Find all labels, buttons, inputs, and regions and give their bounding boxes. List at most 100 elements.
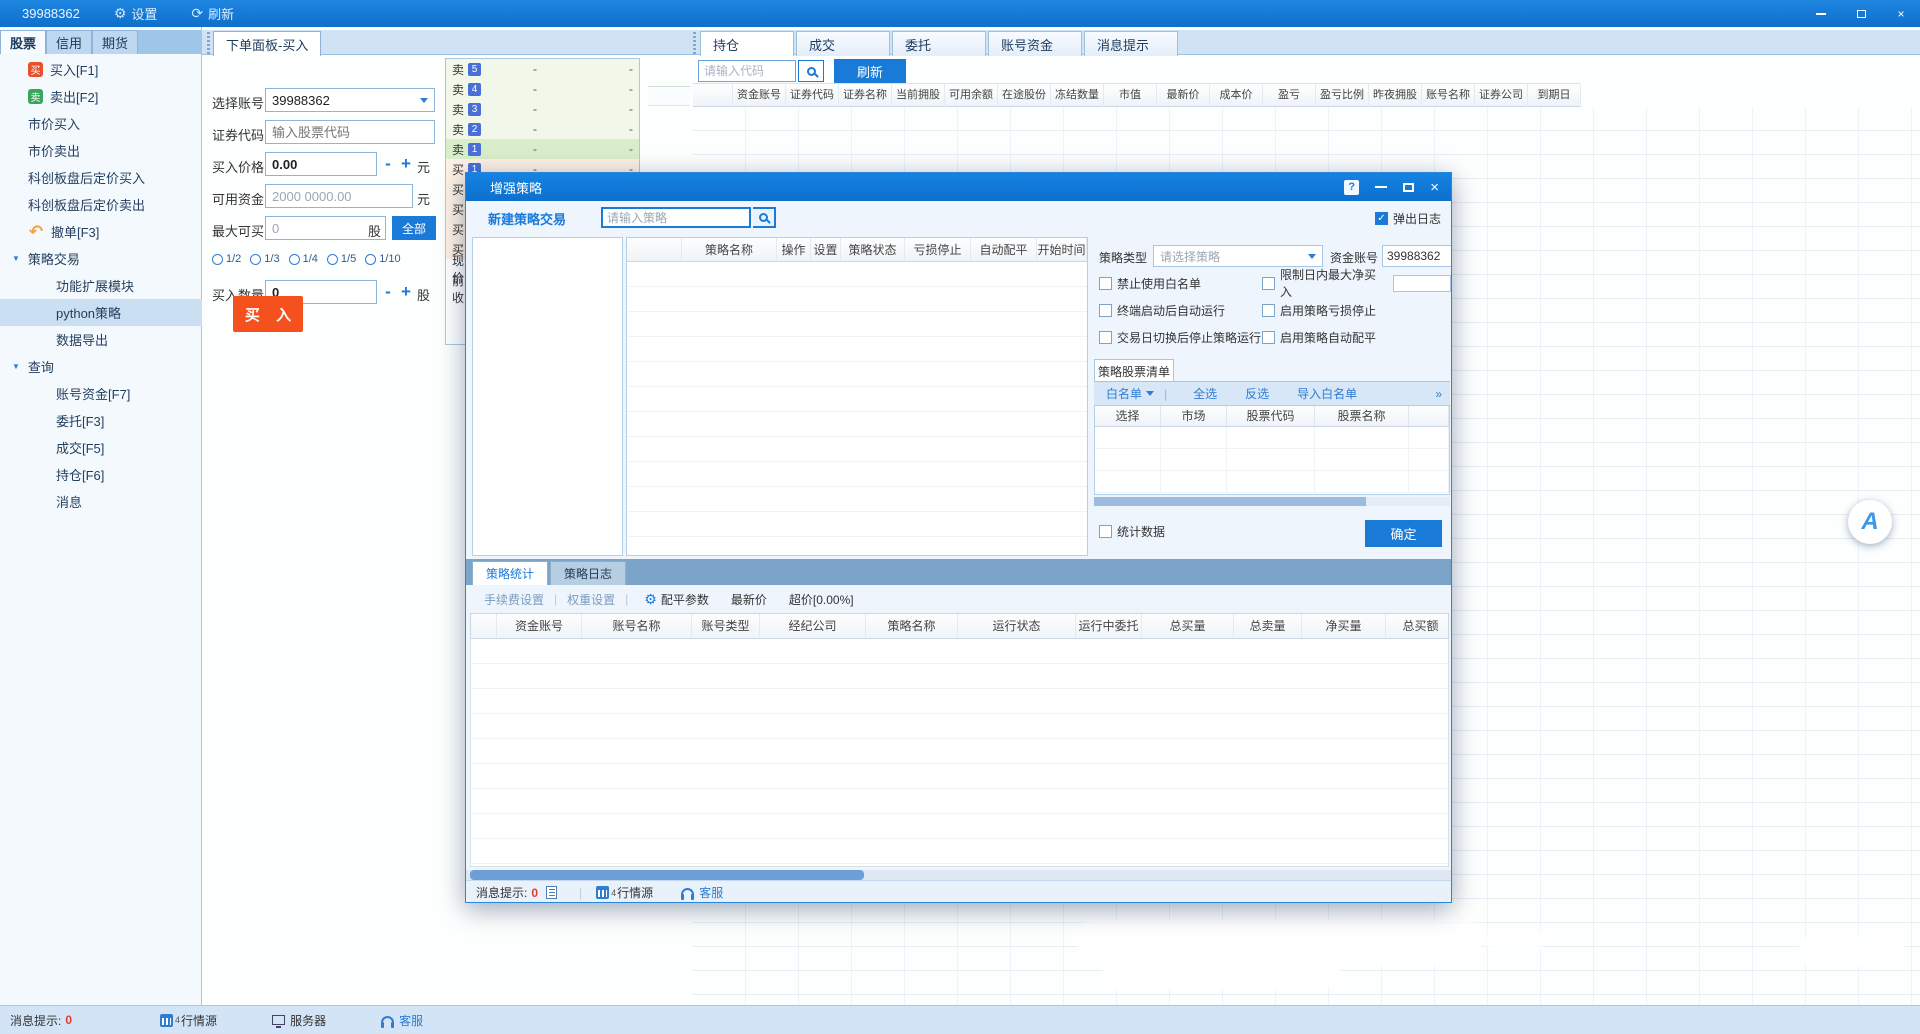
sidebar-item-科创板盘后定价卖出[interactable]: 科创板盘后定价卖出 xyxy=(0,191,202,218)
ladder-row-sell-3[interactable]: 卖3-- xyxy=(446,99,639,119)
close-button[interactable]: × xyxy=(1890,5,1912,23)
column-header-总卖量[interactable]: 总卖量 xyxy=(1234,614,1302,638)
splitter-handle[interactable] xyxy=(207,32,210,56)
column-header-运行状态[interactable]: 运行状态 xyxy=(958,614,1076,638)
new-strategy-link[interactable]: 新建策略交易 xyxy=(488,209,566,228)
code-search-input[interactable] xyxy=(698,60,796,82)
sidebar-tab-股票[interactable]: 股票 xyxy=(0,30,46,54)
help-icon[interactable]: ? xyxy=(1344,180,1359,195)
column-header-证券代码[interactable]: 证券代码 xyxy=(786,83,839,107)
column-header-资金账号[interactable]: 资金账号 xyxy=(733,83,786,107)
customer-service-link[interactable]: 客服 xyxy=(399,1012,423,1029)
sidebar-item-持仓[F6][interactable]: 持仓[F6] xyxy=(0,461,202,488)
tab-账号资金[interactable]: 账号资金 xyxy=(988,31,1082,56)
fraction-radio-1/10[interactable]: 1/10 xyxy=(365,253,400,265)
column-header-总买量[interactable]: 总买量 xyxy=(1142,614,1234,638)
tab-成交[interactable]: 成交 xyxy=(796,31,890,56)
sidebar-item-账号资金[F7][interactable]: 账号资金[F7] xyxy=(0,380,202,407)
fraction-radio-1/2[interactable]: 1/2 xyxy=(212,253,241,265)
dialog-close-button[interactable]: × xyxy=(1430,180,1439,195)
column-header-运行中委托[interactable]: 运行中委托 xyxy=(1076,614,1142,638)
checkbox-终端启动后自动运行[interactable]: 终端启动后自动运行 xyxy=(1099,301,1262,319)
ladder-row-sell-1[interactable]: 卖1-- xyxy=(446,139,639,159)
sidebar-item-市价买入[interactable]: 市价买入 xyxy=(0,110,202,137)
server-label[interactable]: 服务器 xyxy=(290,1012,326,1029)
strategy-search-button[interactable] xyxy=(753,207,776,228)
qty-plus-button[interactable]: + xyxy=(398,282,414,302)
select-all-link[interactable]: 全选 xyxy=(1193,385,1217,402)
run-table-scrollbar[interactable] xyxy=(466,870,1452,880)
tab-持仓[interactable]: 持仓 xyxy=(700,31,794,56)
qty-minus-button[interactable]: - xyxy=(380,282,396,302)
weight-settings-link[interactable]: 权重设置 xyxy=(567,591,615,608)
column-header-账号类型[interactable]: 账号类型 xyxy=(692,614,760,638)
sidebar-item-市价卖出[interactable]: 市价卖出 xyxy=(0,137,202,164)
strategy-type-select[interactable]: 请选择策略 xyxy=(1153,245,1323,267)
sidebar-item-消息[interactable]: 消息 xyxy=(0,488,202,515)
popup-log-checkbox[interactable]: ✓ 弹出日志 xyxy=(1375,210,1441,227)
whitelist-select[interactable]: 白名单 xyxy=(1106,385,1154,402)
sidebar-item-数据导出[interactable]: 数据导出 xyxy=(0,326,202,353)
fraction-radio-1/3[interactable]: 1/3 xyxy=(250,253,279,265)
column-header-经纪公司[interactable]: 经纪公司 xyxy=(760,614,866,638)
sidebar-tab-期货[interactable]: 期货 xyxy=(92,30,138,54)
column-header-自动配平[interactable]: 自动配平 xyxy=(971,238,1037,261)
column-header-股票名称[interactable]: 股票名称 xyxy=(1315,406,1409,426)
fraction-radio-1/4[interactable]: 1/4 xyxy=(289,253,318,265)
refresh-button[interactable]: ⟳ 刷新 xyxy=(191,4,234,23)
search-button[interactable] xyxy=(798,60,824,82)
all-button[interactable]: 全部 xyxy=(392,216,436,240)
tab-策略日志[interactable]: 策略日志 xyxy=(550,561,626,585)
fraction-radio-1/5[interactable]: 1/5 xyxy=(327,253,356,265)
fund-account-input[interactable]: 39988362 xyxy=(1382,245,1452,267)
column-header-证券公司[interactable]: 证券公司 xyxy=(1475,83,1528,107)
quote-source-label[interactable]: 行情源 xyxy=(181,1012,217,1029)
strategy-search-input[interactable] xyxy=(601,207,751,228)
tab-策略统计[interactable]: 策略统计 xyxy=(472,561,548,585)
stock-list-scrollbar[interactable] xyxy=(1094,497,1450,506)
sidebar-item-撤单[F3][interactable]: ↶撤单[F3] xyxy=(0,218,202,245)
column-header-到期日[interactable]: 到期日 xyxy=(1528,83,1581,107)
customer-service-link[interactable]: 客服 xyxy=(699,884,723,901)
checkbox-启用策略自动配平[interactable]: 启用策略自动配平 xyxy=(1262,328,1451,346)
column-header-操作[interactable]: 操作 xyxy=(777,238,811,261)
column-header-策略名称[interactable]: 策略名称 xyxy=(866,614,958,638)
sidebar-item-查询[interactable]: ▼查询 xyxy=(0,353,202,380)
import-whitelist-link[interactable]: 导入白名单 xyxy=(1297,385,1357,402)
sidebar-item-策略交易[interactable]: ▼策略交易 xyxy=(0,245,202,272)
splitter-handle[interactable] xyxy=(693,32,696,56)
column-header-盈亏[interactable]: 盈亏 xyxy=(1263,83,1316,107)
assistant-floating-button[interactable]: A xyxy=(1848,500,1892,544)
column-header-可用余额[interactable]: 可用余额 xyxy=(945,83,998,107)
column-header-昨夜拥股[interactable]: 昨夜拥股 xyxy=(1369,83,1422,107)
column-header-净买量[interactable]: 净买量 xyxy=(1302,614,1386,638)
checkbox-限制日内最大净买入[interactable]: 限制日内最大净买入 xyxy=(1262,274,1451,292)
sidebar-item-科创板盘后定价买入[interactable]: 科创板盘后定价买入 xyxy=(0,164,202,191)
fee-settings-link[interactable]: 手续费设置 xyxy=(484,591,544,608)
stats-data-checkbox[interactable]: 统计数据 xyxy=(1099,523,1165,540)
buy-button[interactable]: 买 入 xyxy=(233,296,303,332)
max-net-buy-input[interactable] xyxy=(1393,275,1451,292)
ladder-row-sell-5[interactable]: 卖5-- xyxy=(446,59,639,79)
ok-button[interactable]: 确定 xyxy=(1365,520,1442,547)
stock-code-input[interactable] xyxy=(265,120,435,144)
log-icon[interactable] xyxy=(546,886,557,899)
dialog-minimize-button[interactable] xyxy=(1375,186,1387,188)
tab-order-buy[interactable]: 下单面板-买入 xyxy=(213,31,321,56)
strategy-tree-panel[interactable] xyxy=(472,237,623,556)
sidebar-item-委托[F3][interactable]: 委托[F3] xyxy=(0,407,202,434)
sidebar-item-成交[F5][interactable]: 成交[F5] xyxy=(0,434,202,461)
sidebar-item-python策略[interactable]: python策略 xyxy=(0,299,202,326)
tab-消息提示[interactable]: 消息提示 xyxy=(1084,31,1178,56)
sidebar-item-买入[F1][interactable]: 买买入[F1] xyxy=(0,56,202,83)
column-header-市值[interactable]: 市值 xyxy=(1104,83,1157,107)
tab-strategy-stock-list[interactable]: 策略股票清单 xyxy=(1094,359,1174,382)
column-header-选择[interactable]: 选择 xyxy=(1095,406,1161,426)
column-header-账号名称[interactable]: 账号名称 xyxy=(582,614,692,638)
sidebar-item-卖出[F2][interactable]: 卖卖出[F2] xyxy=(0,83,202,110)
column-header-市场[interactable]: 市场 xyxy=(1161,406,1227,426)
column-header-在途股份[interactable]: 在途股份 xyxy=(998,83,1051,107)
balance-params-link[interactable]: 配平参数 xyxy=(661,591,709,608)
dialog-maximize-button[interactable] xyxy=(1403,183,1414,192)
column-header-账号名称[interactable]: 账号名称 xyxy=(1422,83,1475,107)
